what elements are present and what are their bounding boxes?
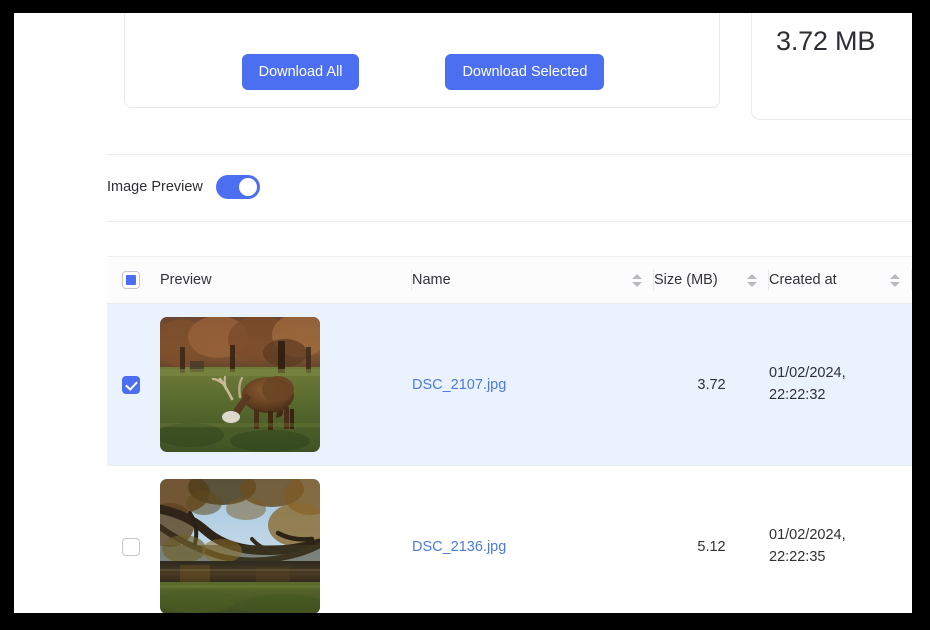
column-header-created-at[interactable]: Created at (769, 256, 912, 304)
page-scroll-canvas: Download All Download Selected Selected … (14, 13, 912, 613)
row-size-value: 3.72 (697, 376, 726, 393)
column-header-preview-label: Preview (160, 271, 212, 288)
selected-files-size-card: Selected files size 3.72 MB (751, 13, 912, 120)
chevron-down-icon (889, 281, 900, 287)
thumbnail-image[interactable] (160, 479, 320, 613)
file-name-link[interactable]: DSC_2136.jpg (412, 539, 506, 555)
row-select-cell (107, 537, 155, 556)
divider-above-preview-toggle (107, 154, 912, 155)
row-created-time: 22:22:32 (769, 386, 826, 403)
download-buttons-group: Download All Download Selected (125, 53, 721, 90)
browser-page-viewport: Download All Download Selected Selected … (14, 13, 912, 613)
chevron-up-icon (631, 273, 642, 279)
download-selected-button[interactable]: Download Selected (445, 53, 605, 90)
column-header-name-label: Name (412, 271, 451, 288)
selected-files-size-value: 3.72 MB (776, 26, 876, 56)
selected-files-size-label: Selected files size (776, 13, 912, 15)
image-preview-label: Image Preview (107, 178, 203, 195)
top-section: Download All Download Selected Selected … (14, 13, 912, 120)
files-table: Preview Name Size (MB) Created at DSC_21… (107, 256, 912, 613)
divider-below-preview-toggle (107, 221, 912, 222)
column-header-size-label: Size (MB) (654, 271, 718, 288)
thumbnail-image[interactable] (160, 317, 320, 452)
table-row[interactable]: DSC_2136.jpg 5.12 01/02/2024, 22:22:35 (107, 466, 912, 613)
toggle-knob (238, 178, 257, 196)
row-created-time: 22:22:35 (769, 548, 826, 565)
row-name-cell: DSC_2136.jpg (412, 539, 654, 555)
row-created-at-cell: 01/02/2024, 22:22:32 (769, 363, 912, 405)
row-preview-cell (155, 479, 412, 613)
chevron-up-icon (746, 273, 757, 279)
row-name-cell: DSC_2107.jpg (412, 377, 654, 393)
column-header-preview[interactable]: Preview (155, 256, 412, 304)
chevron-up-icon (889, 273, 900, 279)
download-actions-card: Download All Download Selected (124, 13, 720, 108)
column-header-size[interactable]: Size (MB) (654, 256, 769, 304)
sort-updown-icon-created[interactable] (889, 271, 900, 289)
image-preview-row: Image Preview (107, 173, 260, 201)
row-created-at-cell: 01/02/2024, 22:22:35 (769, 525, 912, 567)
table-header-row: Preview Name Size (MB) Created at (107, 256, 912, 304)
row-created-at-value: 01/02/2024, 22:22:32 (769, 363, 846, 405)
row-created-date: 01/02/2024, (769, 365, 846, 382)
select-all-checkbox[interactable] (122, 271, 140, 289)
row-created-date: 01/02/2024, (769, 527, 846, 544)
row-size-value: 5.12 (697, 538, 726, 555)
row-preview-cell (155, 317, 412, 452)
chevron-down-icon (746, 281, 757, 287)
row-created-at-value: 01/02/2024, 22:22:35 (769, 525, 846, 567)
column-header-created-at-label: Created at (769, 271, 837, 288)
sort-updown-icon-name[interactable] (631, 271, 642, 289)
row-checkbox[interactable] (122, 375, 140, 394)
column-header-name[interactable]: Name (412, 256, 654, 304)
download-all-button[interactable]: Download All (241, 53, 360, 90)
chevron-down-icon (631, 281, 642, 287)
table-row[interactable]: DSC_2107.jpg 3.72 01/02/2024, 22:22:32 (107, 304, 912, 466)
row-select-cell (107, 375, 155, 394)
row-checkbox[interactable] (122, 537, 140, 556)
file-name-link[interactable]: DSC_2107.jpg (412, 377, 506, 393)
column-divider (911, 269, 912, 291)
image-preview-toggle[interactable] (215, 175, 260, 199)
sort-updown-icon-size[interactable] (746, 271, 757, 289)
select-all-cell (107, 256, 155, 304)
